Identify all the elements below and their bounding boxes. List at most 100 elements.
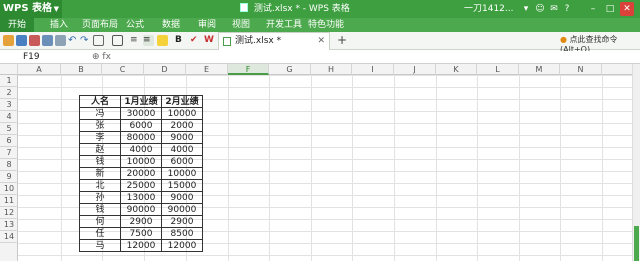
cell[interactable]: 新 [79,167,121,180]
row-header[interactable]: 7 [0,147,18,159]
cell[interactable]: 孙 [79,191,121,204]
center-align-icon[interactable]: ≡ [143,35,154,46]
column-header[interactable]: A [18,64,61,75]
cell[interactable]: 90000 [161,203,203,216]
format-painter-icon[interactable] [93,35,104,46]
dropdown-icon[interactable]: ▾ [520,3,532,15]
column-header[interactable]: M [519,64,560,75]
tab-home[interactable]: 开始 [0,18,35,32]
cell-area[interactable]: 人名 1月业绩 2月业绩 冯 30000 10000 张 6000 2000 李 8000… [18,75,632,261]
cell[interactable]: 2900 [120,215,162,228]
cell[interactable]: 何 [79,215,121,228]
align-icon[interactable]: ≡ [130,35,141,46]
user-account[interactable]: 一刀1412... [464,0,514,18]
column-header[interactable]: H [311,64,352,75]
cell[interactable]: 任 [79,227,121,240]
row-header[interactable]: 5 [0,123,18,135]
column-header[interactable]: N [560,64,602,75]
cell[interactable]: 赵 [79,143,121,156]
cell[interactable]: 北 [79,179,121,192]
help-icon[interactable]: ? [561,3,573,15]
tab-developer[interactable]: 开发工具 [266,18,302,32]
cell[interactable]: 6000 [161,155,203,168]
cell[interactable]: 钱 [79,203,121,216]
print-icon[interactable] [42,35,53,46]
row-header[interactable]: 2 [0,87,18,99]
wps-app-menu-button[interactable]: WPS 表格 ▼ [0,0,62,18]
close-button[interactable]: ✕ [620,2,634,16]
new-tab-button[interactable]: + [337,33,347,47]
cell[interactable]: 2000 [161,119,203,132]
cell[interactable]: 9000 [161,191,203,204]
tab-view[interactable]: 视图 [232,18,250,32]
cell[interactable]: 冯 [79,107,121,120]
name-box[interactable]: F19 [18,51,78,64]
scrollbar-thumb[interactable] [634,226,639,261]
row-header[interactable]: 3 [0,99,18,111]
header-cell[interactable]: 1月业绩 [120,95,162,108]
row-header[interactable]: 8 [0,159,18,171]
column-header[interactable]: C [102,64,144,75]
export-pdf-icon[interactable] [29,35,40,46]
column-header[interactable]: K [436,64,477,75]
tab-special-features[interactable]: 特色功能 [308,18,344,32]
cell[interactable]: 4000 [120,143,162,156]
fill-color-icon[interactable] [157,35,168,46]
tab-review[interactable]: 审阅 [198,18,216,32]
open-icon[interactable] [3,35,14,46]
column-header[interactable]: D [144,64,186,75]
borders-icon[interactable] [112,35,123,46]
column-header[interactable]: E [186,64,228,75]
column-header[interactable]: G [269,64,311,75]
cell[interactable]: 李 [79,131,121,144]
redo-icon[interactable]: ↷ [80,35,91,46]
header-cell[interactable]: 人名 [79,95,121,108]
cell[interactable]: 马 [79,239,121,252]
feedback-icon[interactable]: ✉ [548,3,560,15]
row-header[interactable]: 13 [0,219,18,231]
column-header[interactable]: L [477,64,519,75]
row-header[interactable]: 4 [0,111,18,123]
cell[interactable]: 10000 [161,107,203,120]
cell[interactable]: 10000 [120,155,162,168]
cell[interactable]: 钱 [79,155,121,168]
cell[interactable]: 4000 [161,143,203,156]
print-preview-icon[interactable] [55,35,66,46]
row-header[interactable]: 1 [0,75,18,87]
cell[interactable]: 13000 [120,191,162,204]
tab-insert[interactable]: 插入 [50,18,68,32]
document-tab[interactable]: 测试.xlsx * ✕ [218,32,330,50]
column-header[interactable]: B [61,64,102,75]
bold-icon[interactable]: B [175,35,186,46]
cell[interactable]: 15000 [161,179,203,192]
cell[interactable]: 9000 [161,131,203,144]
row-header[interactable]: 11 [0,195,18,207]
column-header[interactable]: F [228,64,269,75]
cell[interactable]: 10000 [161,167,203,180]
row-header[interactable]: 14 [0,231,18,243]
cell[interactable]: 80000 [120,131,162,144]
save-icon[interactable] [16,35,27,46]
cell[interactable]: 30000 [120,107,162,120]
cell[interactable]: 张 [79,119,121,132]
row-header[interactable]: 6 [0,135,18,147]
cell[interactable]: 12000 [120,239,162,252]
fx-icon[interactable]: ⊕ fx [92,51,111,64]
minimize-button[interactable]: – [586,2,600,16]
cell[interactable]: 6000 [120,119,162,132]
cell[interactable]: 12000 [161,239,203,252]
cell[interactable]: 7500 [120,227,162,240]
header-cell[interactable]: 2月业绩 [161,95,203,108]
maximize-button[interactable]: □ [603,2,617,16]
skin-icon[interactable]: ☺ [534,3,546,15]
wps-cloud-icon[interactable]: ✔ [190,35,201,46]
cell[interactable]: 8500 [161,227,203,240]
column-header[interactable]: J [394,64,436,75]
wps-w-icon[interactable]: W [204,35,215,46]
undo-icon[interactable]: ↶ [68,35,79,46]
tab-formulas[interactable]: 公式 [126,18,144,32]
select-all-corner[interactable] [0,64,18,75]
cell[interactable]: 25000 [120,179,162,192]
row-header[interactable]: 9 [0,171,18,183]
cell[interactable]: 90000 [120,203,162,216]
